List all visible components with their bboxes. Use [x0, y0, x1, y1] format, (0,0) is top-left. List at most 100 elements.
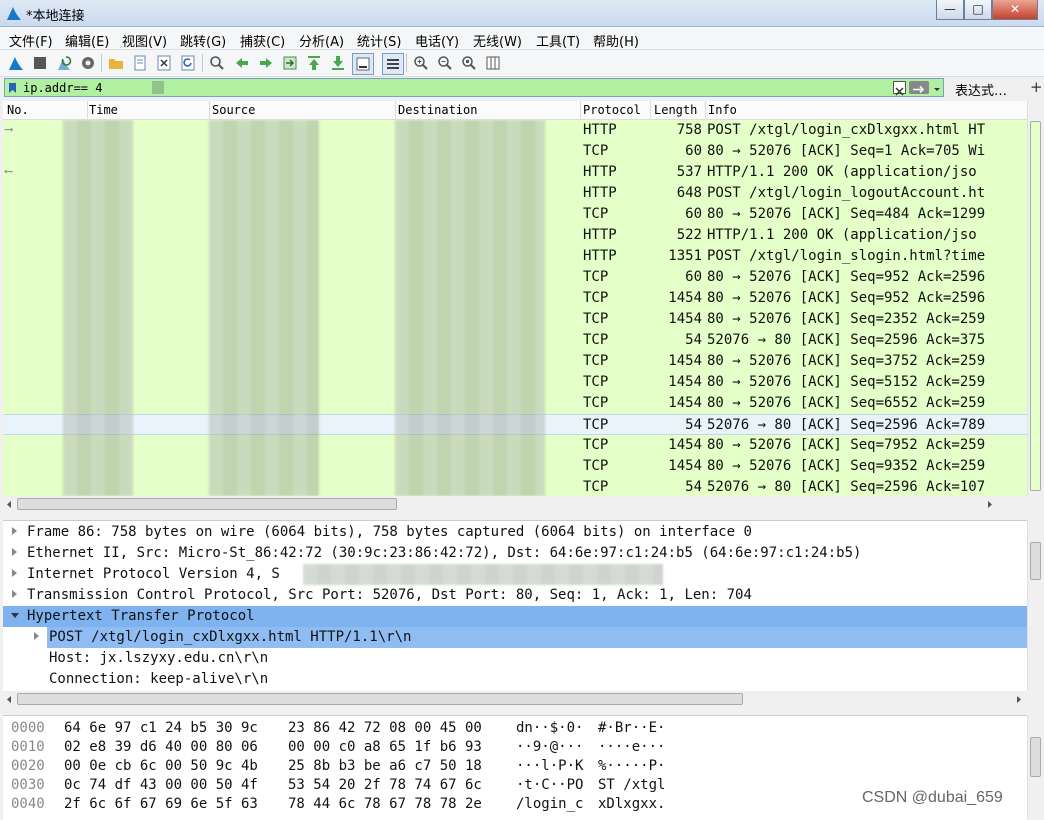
packet-length: 537	[676, 164, 702, 180]
open-file-button[interactable]	[106, 53, 126, 73]
menu-wireless[interactable]: 无线(W)	[473, 31, 522, 50]
go-back-button[interactable]	[232, 53, 252, 73]
scrollbar-thumb[interactable]	[17, 693, 743, 705]
scrollbar-thumb[interactable]	[1030, 737, 1041, 777]
column-divider[interactable]	[650, 101, 651, 119]
restart-capture-button[interactable]	[54, 53, 74, 73]
minimize-button[interactable]: —	[936, 0, 964, 20]
details-scrollbar[interactable]	[1027, 520, 1044, 690]
go-last-packet-button[interactable]	[328, 53, 348, 73]
bytes-hex: 25 8b b3 be a6 c7 50 18	[288, 758, 482, 774]
go-forward-button[interactable]	[256, 53, 276, 73]
packet-list[interactable]: ⟶ HTTP 758 POST /xtgl/login_cxDlxgxx.htm…	[3, 120, 1027, 496]
close-button[interactable]: ✕	[992, 0, 1038, 20]
details-hscrollbar[interactable]	[3, 691, 1027, 708]
packet-length: 1454	[668, 290, 702, 306]
stop-capture-button[interactable]	[30, 53, 50, 73]
filter-history-dropdown[interactable]	[932, 81, 942, 94]
tree-item-ipv4[interactable]: Internet Protocol Version 4, S	[3, 564, 1027, 585]
packet-protocol: TCP	[583, 395, 609, 411]
expand-arrow-icon[interactable]	[12, 569, 17, 577]
column-header-length[interactable]: Length	[654, 103, 697, 117]
zoom-in-button[interactable]	[411, 53, 431, 73]
column-divider[interactable]	[395, 101, 396, 119]
menu-capture[interactable]: 捕获(C)	[240, 31, 285, 50]
packet-info: 80 → 52076 [ACK] Seq=952 Ack=2596	[707, 290, 986, 306]
column-header-destination[interactable]: Destination	[398, 103, 477, 117]
menu-file[interactable]: 文件(F)	[9, 31, 53, 50]
bytes-ascii: xDlxgxx.	[598, 796, 666, 812]
goto-packet-icon	[283, 56, 297, 70]
tree-item-http[interactable]: Hypertext Transfer Protocol	[3, 606, 1027, 627]
packet-list-scrollbar[interactable]	[1027, 101, 1044, 496]
bytes-row[interactable]: 0000 64 6e 97 c1 24 b5 30 9c 23 86 42 72…	[3, 720, 1027, 739]
close-file-button[interactable]	[154, 53, 174, 73]
display-filter-input[interactable]: ip.addr== 4	[4, 78, 944, 97]
resize-columns-button[interactable]	[483, 53, 503, 73]
packet-details-tree[interactable]: Frame 86: 758 bytes on wire (6064 bits),…	[3, 520, 1027, 691]
packet-length: 1454	[668, 458, 702, 474]
expand-arrow-icon[interactable]	[12, 527, 17, 535]
packet-info: POST /xtgl/login_logoutAccount.ht	[707, 185, 986, 201]
menu-telephony[interactable]: 电话(Y)	[415, 31, 459, 50]
go-to-packet-button[interactable]	[280, 53, 300, 73]
collapse-arrow-icon[interactable]	[11, 613, 19, 618]
maximize-button[interactable]: □	[964, 0, 992, 20]
packet-info: 80 → 52076 [ACK] Seq=1 Ack=705 Wi	[707, 143, 986, 159]
expand-arrow-icon[interactable]	[12, 590, 17, 598]
title-bar[interactable]: *本地连接 — □ ✕	[0, 0, 1044, 27]
column-header-source[interactable]: Source	[212, 103, 255, 117]
column-header-info[interactable]: Info	[708, 103, 737, 117]
tree-item-host[interactable]: Host: jx.lszyxy.edu.cn\r\n	[3, 648, 1027, 669]
menu-statistics[interactable]: 统计(S)	[357, 31, 401, 50]
column-divider[interactable]	[209, 101, 210, 119]
column-header-protocol[interactable]: Protocol	[583, 103, 641, 117]
normal-size-button[interactable]	[459, 53, 479, 73]
expand-arrow-icon[interactable]	[12, 548, 17, 556]
menu-view[interactable]: 视图(V)	[122, 31, 167, 50]
reload-file-button[interactable]	[178, 53, 198, 73]
column-divider[interactable]	[580, 101, 581, 119]
tree-item-http-request-line[interactable]: POST /xtgl/login_cxDlxgxx.html HTTP/1.1\…	[3, 627, 1027, 648]
find-packet-button[interactable]	[207, 53, 227, 73]
bytes-scrollbar[interactable]	[1027, 715, 1044, 819]
column-header-time[interactable]: Time	[89, 103, 118, 117]
menu-edit[interactable]: 编辑(E)	[65, 31, 109, 50]
tree-item-ethernet[interactable]: Ethernet II, Src: Micro-St_86:42:72 (30:…	[3, 543, 1027, 564]
menu-help[interactable]: 帮助(H)	[593, 31, 639, 50]
auto-scroll-button[interactable]	[352, 53, 374, 75]
menu-analyze[interactable]: 分析(A)	[299, 31, 344, 50]
add-filter-button[interactable]: +	[1030, 78, 1043, 96]
save-file-button[interactable]	[130, 53, 150, 73]
pane-splitter[interactable]	[0, 513, 1044, 519]
expand-arrow-icon[interactable]	[34, 632, 39, 640]
zoom-out-button[interactable]	[435, 53, 455, 73]
packet-list-hscrollbar[interactable]	[3, 496, 1027, 513]
reload-icon	[181, 55, 195, 71]
tree-item-tcp[interactable]: Transmission Control Protocol, Src Port:…	[3, 585, 1027, 606]
scrollbar-thumb[interactable]	[17, 498, 397, 510]
column-divider[interactable]	[705, 101, 706, 119]
start-capture-button[interactable]	[6, 53, 26, 73]
bytes-ascii: ···l·P·K	[516, 758, 584, 774]
scrollbar-thumb[interactable]	[1030, 121, 1041, 491]
colorize-button[interactable]	[382, 53, 404, 75]
scrollbar-thumb[interactable]	[1030, 542, 1041, 580]
tree-item-connection[interactable]: Connection: keep-alive\r\n	[3, 669, 1027, 690]
menu-tools[interactable]: 工具(T)	[536, 31, 580, 50]
packet-info: 52076 → 80 [ACK] Seq=2596 Ack=375	[707, 332, 986, 348]
capture-options-button[interactable]	[78, 53, 98, 73]
column-header-no[interactable]: No.	[7, 103, 29, 117]
packet-length: 60	[685, 269, 702, 285]
apply-filter-button[interactable]	[909, 81, 929, 94]
tree-item-frame[interactable]: Frame 86: 758 bytes on wire (6064 bits),…	[3, 522, 1027, 543]
bytes-row[interactable]: 0020 00 0e cb 6c 00 50 9c 4b 25 8b b3 be…	[3, 758, 1027, 777]
menu-go[interactable]: 跳转(G)	[180, 31, 226, 50]
bytes-row[interactable]: 0010 02 e8 39 d6 40 00 80 06 00 00 c0 a8…	[3, 739, 1027, 758]
go-first-packet-button[interactable]	[304, 53, 324, 73]
pane-splitter[interactable]	[0, 708, 1044, 714]
auto-scroll-icon	[356, 57, 370, 71]
column-divider[interactable]	[87, 101, 88, 119]
expression-button[interactable]: 表达式…	[955, 80, 1007, 99]
clear-filter-button[interactable]	[893, 81, 906, 96]
